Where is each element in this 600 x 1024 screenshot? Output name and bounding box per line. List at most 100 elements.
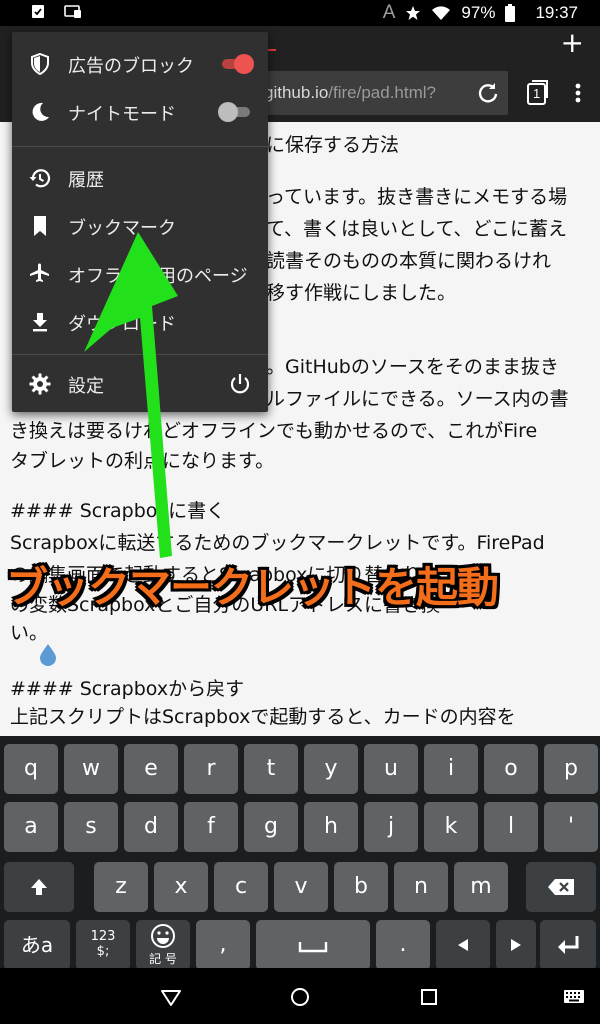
cast-icon bbox=[64, 5, 81, 18]
key-h[interactable]: h bbox=[304, 802, 358, 852]
menu-item-label: 履歴 bbox=[68, 170, 104, 191]
shift-icon bbox=[31, 879, 47, 895]
key-apostrophe[interactable]: ' bbox=[544, 802, 598, 852]
history-icon bbox=[29, 169, 51, 188]
key-r[interactable]: r bbox=[184, 744, 238, 794]
menu-item-history[interactable]: 履歴 bbox=[12, 154, 268, 202]
home-icon[interactable] bbox=[289, 986, 311, 1008]
enter-icon bbox=[558, 936, 579, 954]
backspace-icon bbox=[548, 879, 574, 895]
space-icon bbox=[298, 942, 328, 953]
emoji-key-label: 記 号 bbox=[149, 952, 177, 966]
url-path: /fire/pad.html? bbox=[328, 83, 437, 102]
key-o[interactable]: o bbox=[484, 744, 538, 794]
key-d[interactable]: d bbox=[124, 802, 178, 852]
key-l[interactable]: l bbox=[484, 802, 538, 852]
shield-icon bbox=[31, 52, 49, 76]
numbers-key-top: 123 bbox=[90, 929, 116, 944]
menu-item-label: ダウンロード bbox=[68, 314, 176, 335]
arrow-right-icon bbox=[511, 939, 521, 951]
reload-icon[interactable] bbox=[476, 81, 500, 105]
menu-item-ad-block[interactable]: 広告のブロック bbox=[12, 40, 268, 88]
cursor-right-key[interactable] bbox=[496, 920, 536, 970]
key-i[interactable]: i bbox=[424, 744, 478, 794]
text-line: Scrapboxに転送するためのブックマークレットです。FirePad bbox=[10, 532, 545, 554]
menu-item-settings[interactable]: 設定 bbox=[12, 360, 268, 408]
power-icon[interactable] bbox=[228, 372, 252, 396]
address-bar[interactable]: github.io/fire/pad.html? bbox=[230, 71, 508, 115]
enter-key[interactable] bbox=[540, 920, 596, 970]
text-line: 読書そのものの本質に関わるけれ bbox=[266, 250, 552, 272]
key-e[interactable]: e bbox=[124, 744, 178, 794]
menu-item-downloads[interactable]: ダウンロード bbox=[12, 298, 268, 346]
text-line: に保存する方法 bbox=[266, 134, 400, 156]
recents-icon[interactable] bbox=[418, 986, 440, 1008]
backspace-key[interactable] bbox=[526, 862, 596, 912]
key-q[interactable]: q bbox=[4, 744, 58, 794]
night-mode-toggle[interactable] bbox=[218, 102, 254, 122]
key-p[interactable]: p bbox=[544, 744, 598, 794]
shift-key[interactable] bbox=[4, 862, 74, 912]
menu-item-offline-pages[interactable]: オフライン用のページ bbox=[12, 250, 268, 298]
key-y[interactable]: y bbox=[304, 744, 358, 794]
menu-item-bookmarks[interactable]: ブックマーク bbox=[12, 202, 268, 250]
comma-key[interactable]: , bbox=[196, 920, 250, 970]
heading-line: #### Scrapboxに書く bbox=[10, 500, 226, 522]
annotation-caption: ブックマークレットを起動 bbox=[6, 563, 499, 612]
key-w[interactable]: w bbox=[64, 744, 118, 794]
status-bar: A 97% 19:37 bbox=[0, 0, 600, 26]
space-key[interactable] bbox=[256, 920, 370, 970]
period-key[interactable]: . bbox=[376, 920, 430, 970]
key-z[interactable]: z bbox=[94, 862, 148, 912]
ad-block-toggle[interactable] bbox=[218, 54, 254, 74]
clock: 19:37 bbox=[535, 3, 578, 22]
emoji-key[interactable]: 記 号 bbox=[136, 920, 190, 970]
soft-keyboard: あa 123 $; 記 号 , . q w e r t y u i o p a … bbox=[0, 736, 600, 970]
numbers-key-bottom: $; bbox=[96, 944, 110, 959]
key-m[interactable]: m bbox=[454, 862, 508, 912]
checklist-icon bbox=[32, 5, 44, 18]
text-line: て、書くは良いとして、どこに蓄え bbox=[266, 218, 567, 240]
menu-item-label: ナイトモード bbox=[68, 104, 176, 125]
key-g[interactable]: g bbox=[244, 802, 298, 852]
moon-icon bbox=[32, 102, 49, 121]
back-icon[interactable] bbox=[160, 986, 182, 1008]
key-k[interactable]: k bbox=[424, 802, 478, 852]
numbers-key[interactable]: 123 $; bbox=[76, 920, 130, 970]
key-a[interactable]: a bbox=[4, 802, 58, 852]
tab-count: 1 bbox=[533, 86, 541, 101]
key-j[interactable]: j bbox=[364, 802, 418, 852]
menu-item-night-mode[interactable]: ナイトモード bbox=[12, 88, 268, 136]
arrow-left-icon bbox=[458, 939, 468, 951]
menu-divider bbox=[12, 354, 268, 355]
star-icon bbox=[406, 6, 421, 20]
text-line: っています。抜き書きにメモする場 bbox=[266, 186, 568, 208]
key-b[interactable]: b bbox=[334, 862, 388, 912]
system-nav-bar bbox=[0, 968, 600, 1024]
bookmark-icon bbox=[34, 216, 46, 236]
new-tab-button[interactable]: + bbox=[561, 28, 584, 58]
language-switch-key[interactable]: あa bbox=[4, 920, 70, 970]
download-icon bbox=[33, 313, 47, 332]
key-c[interactable]: c bbox=[214, 862, 268, 912]
url-text: github.io/fire/pad.html? bbox=[264, 83, 436, 103]
key-n[interactable]: n bbox=[394, 862, 448, 912]
key-x[interactable]: x bbox=[154, 862, 208, 912]
menu-item-label: ブックマーク bbox=[68, 218, 176, 239]
key-v[interactable]: v bbox=[274, 862, 328, 912]
more-options-icon[interactable] bbox=[566, 78, 590, 108]
smiley-icon bbox=[151, 924, 175, 948]
menu-item-label: 広告のブロック bbox=[68, 56, 194, 77]
key-f[interactable]: f bbox=[184, 802, 238, 852]
text-line: い。 bbox=[10, 622, 49, 644]
text-line: 移す作戦にしました。 bbox=[266, 282, 457, 304]
text-cursor-handle[interactable] bbox=[38, 642, 58, 666]
font-indicator: A bbox=[382, 2, 396, 23]
menu-divider bbox=[12, 146, 268, 147]
keyboard-switch-icon[interactable] bbox=[562, 986, 586, 1008]
cursor-left-key[interactable] bbox=[436, 920, 490, 970]
key-s[interactable]: s bbox=[64, 802, 118, 852]
key-u[interactable]: u bbox=[364, 744, 418, 794]
tab-switcher-button[interactable]: 1 bbox=[524, 78, 550, 108]
key-t[interactable]: t bbox=[244, 744, 298, 794]
